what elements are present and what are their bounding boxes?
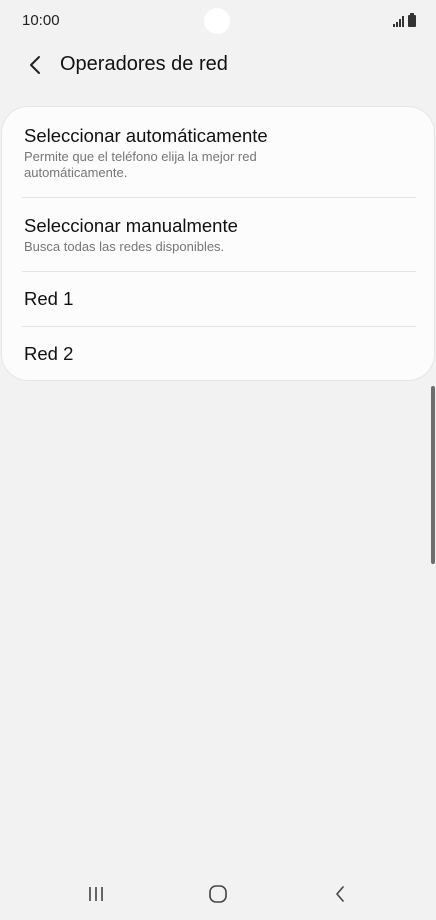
status-time: 10:00: [22, 12, 60, 29]
option-title: Red 2: [24, 343, 74, 364]
header: Operadores de red: [0, 44, 436, 88]
network-option-red-2[interactable]: Red 2: [24, 343, 417, 365]
option-title: Red 1: [24, 288, 74, 309]
chevron-left-icon: [30, 56, 40, 74]
back-button[interactable]: [20, 50, 50, 80]
battery-icon: [408, 13, 416, 27]
option-subtitle: Busca todas las redes disponibles.: [24, 239, 225, 254]
network-option-red-1[interactable]: Red 1: [24, 288, 417, 310]
recents-button[interactable]: [76, 882, 116, 906]
back-icon: [336, 886, 344, 902]
option-title: Seleccionar automáticamente: [24, 125, 268, 146]
navigation-bar: [0, 868, 436, 920]
home-icon: [209, 885, 227, 903]
signal-icon: [393, 16, 404, 27]
select-automatically-option[interactable]: Seleccionar automáticamente Permite que …: [24, 125, 417, 181]
network-operators-card: Seleccionar automáticamente Permite que …: [2, 107, 434, 380]
select-manually-option[interactable]: Seleccionar manualmente Busca todas las …: [24, 215, 417, 255]
recents-icon: [89, 887, 103, 901]
scrollbar[interactable]: [431, 386, 435, 564]
page-title: Operadores de red: [60, 53, 228, 75]
divider: [22, 197, 416, 198]
home-button[interactable]: [198, 882, 238, 906]
option-subtitle: Permite que el teléfono elija la mejor r…: [24, 149, 257, 180]
status-icons: [393, 13, 416, 27]
divider: [22, 326, 416, 327]
nav-back-button[interactable]: [320, 882, 360, 906]
option-title: Seleccionar manualmente: [24, 215, 238, 236]
divider: [22, 271, 416, 272]
camera-cutout: [204, 8, 230, 34]
status-bar: 10:00: [0, 0, 436, 40]
